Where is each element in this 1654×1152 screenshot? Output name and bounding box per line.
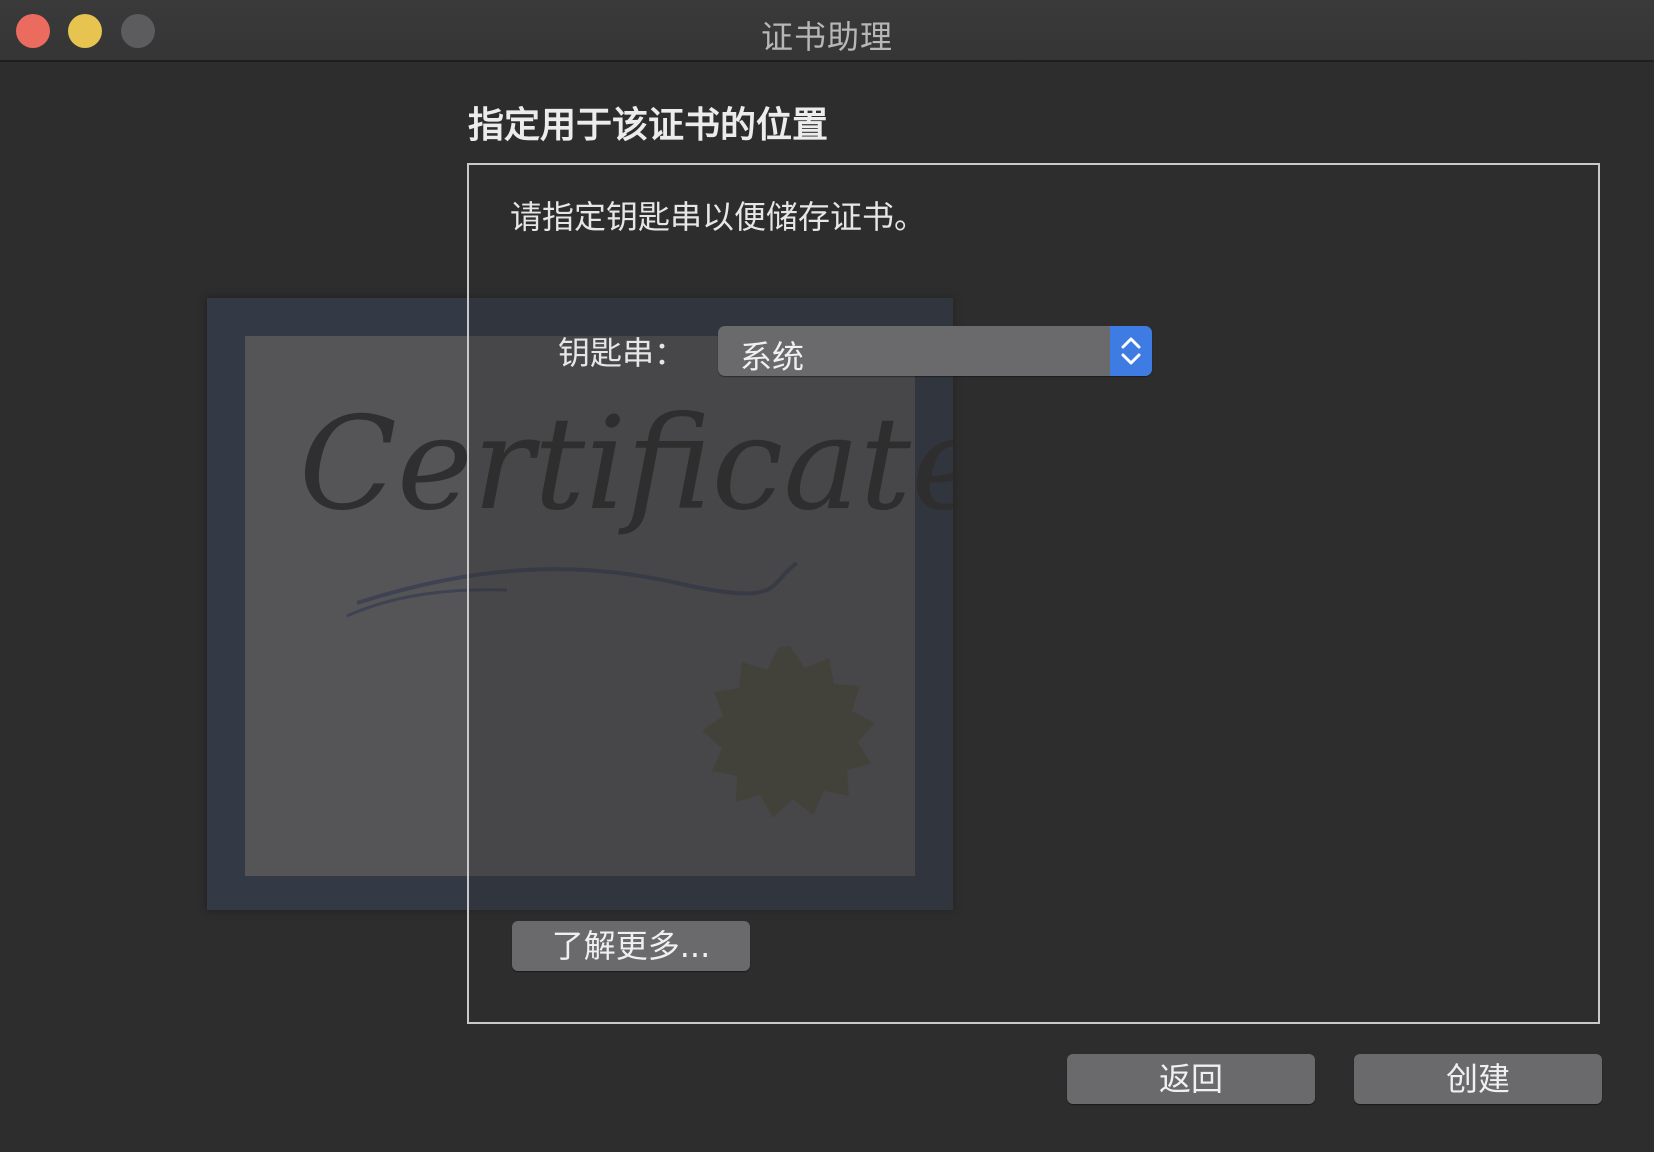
create-button[interactable]: 创建 [1354,1054,1602,1104]
keychain-select-value: 系统 [740,338,805,376]
content-panel [467,163,1600,1024]
window-title: 证书助理 [760,18,893,56]
title-bar: 证书助理 [0,0,1654,62]
instruction-text: 请指定钥匙串以便储存证书。 [510,198,927,236]
page-title: 指定用于该证书的位置 [468,105,829,146]
chevron-updown-glyph [1121,337,1141,365]
keychain-select[interactable]: 系统 [718,326,1152,376]
learn-more-button[interactable]: 了解更多... [512,921,750,971]
chevron-updown-icon[interactable] [1110,326,1152,376]
back-button[interactable]: 返回 [1067,1054,1315,1104]
certificate-assistant-window: 证书助理 Certificate 指定用于该证书的位置 请指定钥匙串以便储存证书… [0,0,1654,1152]
keychain-label: 钥匙串： [558,334,687,372]
